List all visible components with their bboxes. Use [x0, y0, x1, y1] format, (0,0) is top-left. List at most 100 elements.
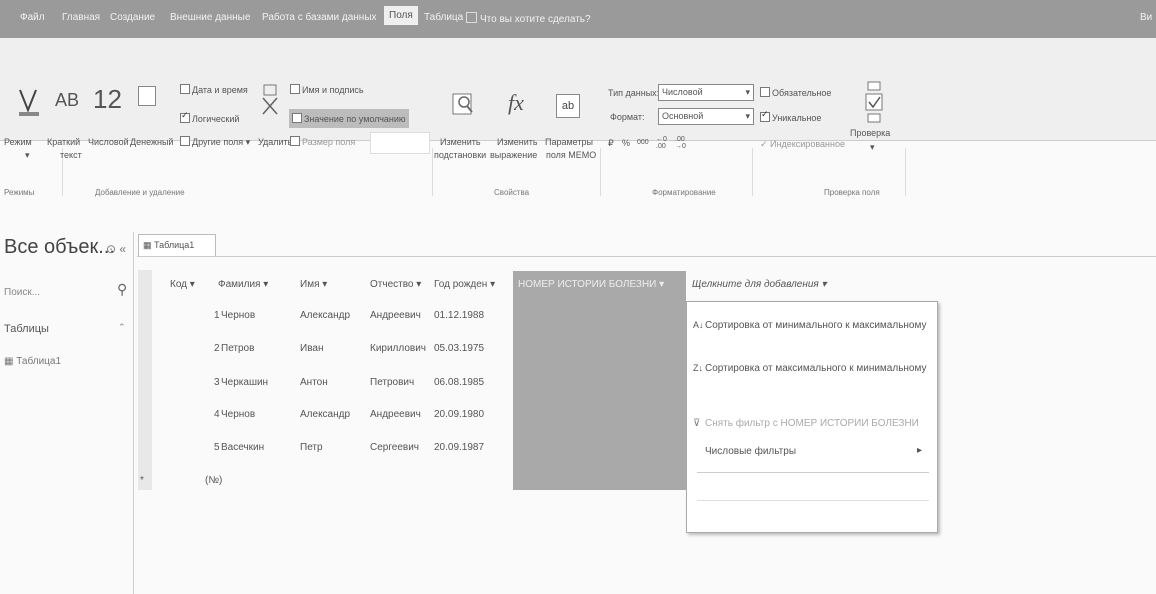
boolean-button[interactable]: Логический	[180, 110, 239, 124]
unique-checkbox[interactable]: Уникальное	[760, 109, 821, 123]
view-mode-icon[interactable]	[18, 86, 40, 118]
cell-patronymic[interactable]: Андреевич	[370, 409, 421, 420]
tab-external-data[interactable]: Внешние данные	[170, 12, 250, 23]
cell-patronymic[interactable]: Сергеевич	[370, 442, 419, 453]
menu-item-sort-descending[interactable]: Сортировка от максимального к минимально…	[705, 363, 926, 374]
chevron-down-icon: ▾	[745, 87, 750, 97]
short-text-icon[interactable]: AB	[55, 90, 79, 111]
modify-expression-button[interactable]: Изменить	[497, 137, 538, 147]
number-button[interactable]: Числовой	[88, 137, 129, 147]
indexed-label: Индексированное	[770, 139, 845, 149]
tab-database-tools[interactable]: Работа с базами данных	[262, 12, 377, 23]
column-header-surname[interactable]: Фамилия ▾	[218, 275, 268, 295]
view-mode-button[interactable]: Режим	[4, 137, 32, 147]
nav-item-table1[interactable]: ▦ Таблица1	[4, 356, 61, 367]
modify-expression-icon[interactable]: fx	[505, 84, 531, 118]
cell-id[interactable]: 4	[214, 409, 220, 420]
column-header-add-new[interactable]: Щелкните для добавления ▾	[692, 275, 827, 295]
delete-button[interactable]: Удалить	[258, 137, 292, 147]
menu-item-sort-ascending[interactable]: Сортировка от минимального к максимально…	[705, 320, 926, 331]
divider	[697, 472, 929, 473]
tab-fields[interactable]: Поля	[384, 6, 418, 25]
modify-lookups-icon[interactable]	[450, 84, 476, 118]
tab-home[interactable]: Главная	[62, 12, 100, 23]
cell-id[interactable]: 1	[214, 310, 220, 321]
memo-settings-icon[interactable]: ab	[556, 94, 580, 118]
name-caption-button[interactable]: Имя и подпись	[290, 84, 364, 95]
menu-item-clear-filter[interactable]: Снять фильтр с НОМЕР ИСТОРИИ БОЛЕЗНИ	[705, 418, 919, 429]
column-header-birth-year[interactable]: Год рожден ▾	[434, 275, 495, 295]
modify-lookups-button[interactable]: Изменить	[440, 137, 481, 147]
memo-settings-button[interactable]: Параметры	[545, 137, 593, 147]
more-fields-button[interactable]: Другие поля ▾	[180, 136, 250, 148]
increase-decimals-icon[interactable]: ←0.00	[656, 136, 667, 150]
nav-search-input[interactable]: Поиск...	[4, 287, 40, 298]
cell-surname[interactable]: Черкашин	[221, 377, 268, 388]
group-validation-label: Проверка поля	[824, 188, 880, 197]
cell-birth-date[interactable]: 06.08.1985	[434, 377, 484, 388]
datetime-button[interactable]: Дата и время	[180, 84, 248, 95]
nav-section-tables[interactable]: Таблицы	[4, 323, 49, 335]
delete-field-icon[interactable]	[260, 84, 280, 116]
cell-birth-date[interactable]: 20.09.1980	[434, 409, 484, 420]
cell-birth-date[interactable]: 05.03.1975	[434, 343, 484, 354]
cell-surname[interactable]: Васечкин	[221, 442, 264, 453]
validation-icon[interactable]	[862, 80, 886, 128]
menu-item-number-filters[interactable]: Числовые фильтры	[705, 446, 796, 457]
cell-surname[interactable]: Петров	[221, 343, 254, 354]
cell-birth-date[interactable]: 01.12.1988	[434, 310, 484, 321]
cell-name[interactable]: Антон	[300, 377, 328, 388]
validation-button[interactable]: Проверка	[850, 128, 890, 138]
indexed-checkbox[interactable]: ✓ Индексированное	[760, 139, 845, 150]
collapse-section-icon[interactable]: ⌃	[118, 322, 126, 333]
default-value-button[interactable]: Значение по умолчанию	[289, 109, 409, 128]
data-type-select[interactable]: Числовой ▾	[658, 84, 754, 101]
cell-surname[interactable]: Чернов	[221, 310, 255, 321]
cell-patronymic[interactable]: Петрович	[370, 377, 414, 388]
validation-dropdown-arrow[interactable]: ▾	[870, 142, 875, 153]
cell-id[interactable]: 5	[214, 442, 220, 453]
view-mode-dropdown-arrow[interactable]: ▾	[25, 150, 30, 161]
column-header-name[interactable]: Имя ▾	[300, 275, 327, 295]
percent-icon[interactable]: %	[622, 138, 630, 148]
cell-name[interactable]: Петр	[300, 442, 323, 453]
cell-name[interactable]: Иван	[300, 343, 323, 354]
tell-me-box[interactable]: Что вы хотите сделать?	[466, 12, 591, 25]
nav-title[interactable]: Все объек...	[4, 236, 115, 259]
cell-name[interactable]: Александр	[300, 310, 350, 321]
table-icon: ▦	[4, 356, 17, 367]
account-partial[interactable]: Ви	[1140, 12, 1152, 23]
submenu-arrow-icon: ▸	[917, 445, 923, 456]
nav-collapse-icon[interactable]: ⊙ «	[106, 242, 126, 256]
column-header-medical-record[interactable]: НОМЕР ИСТОРИИ БОЛЕЗНИ ▾	[518, 275, 664, 295]
cell-id[interactable]: 2	[214, 343, 220, 354]
cell-patronymic[interactable]: Кириллович	[370, 343, 426, 354]
row-selector-column[interactable]	[138, 270, 152, 490]
search-icon[interactable]: ⚲	[117, 281, 127, 298]
tab-create[interactable]: Создание	[110, 12, 155, 23]
tab-table[interactable]: Таблица	[424, 12, 463, 23]
document-tab-table1[interactable]: ▦ Таблица1	[138, 234, 216, 257]
cell-id[interactable]: 3	[214, 377, 220, 388]
number-icon[interactable]: 12	[93, 84, 122, 115]
cell-birth-date[interactable]: 20.09.1987	[434, 442, 484, 453]
short-text-button[interactable]: Краткий	[47, 137, 80, 147]
column-header-id[interactable]: Код ▾	[170, 275, 195, 295]
tab-file[interactable]: Файл	[20, 12, 45, 23]
column-header-label: Год рожден	[434, 279, 488, 290]
currency-format-icon[interactable]: ₽	[608, 138, 614, 149]
required-checkbox[interactable]: Обязательное	[760, 87, 831, 98]
indexed-check-icon: ✓	[760, 139, 771, 149]
currency-icon[interactable]	[138, 86, 156, 106]
new-row-id-cell[interactable]: (№)	[205, 475, 222, 486]
name-caption-icon	[290, 84, 300, 94]
cell-name[interactable]: Александр	[300, 409, 350, 420]
cell-patronymic[interactable]: Андреевич	[370, 310, 421, 321]
cell-surname[interactable]: Чернов	[221, 409, 255, 420]
decrease-decimals-icon[interactable]: .00 →0	[675, 136, 686, 150]
thousands-icon[interactable]: 000	[637, 139, 649, 146]
currency-button[interactable]: Денежный	[130, 137, 173, 147]
column-header-patronymic[interactable]: Отчество ▾	[370, 275, 421, 295]
format-select[interactable]: Основной ▾	[658, 108, 754, 125]
field-size-input[interactable]	[370, 132, 430, 154]
